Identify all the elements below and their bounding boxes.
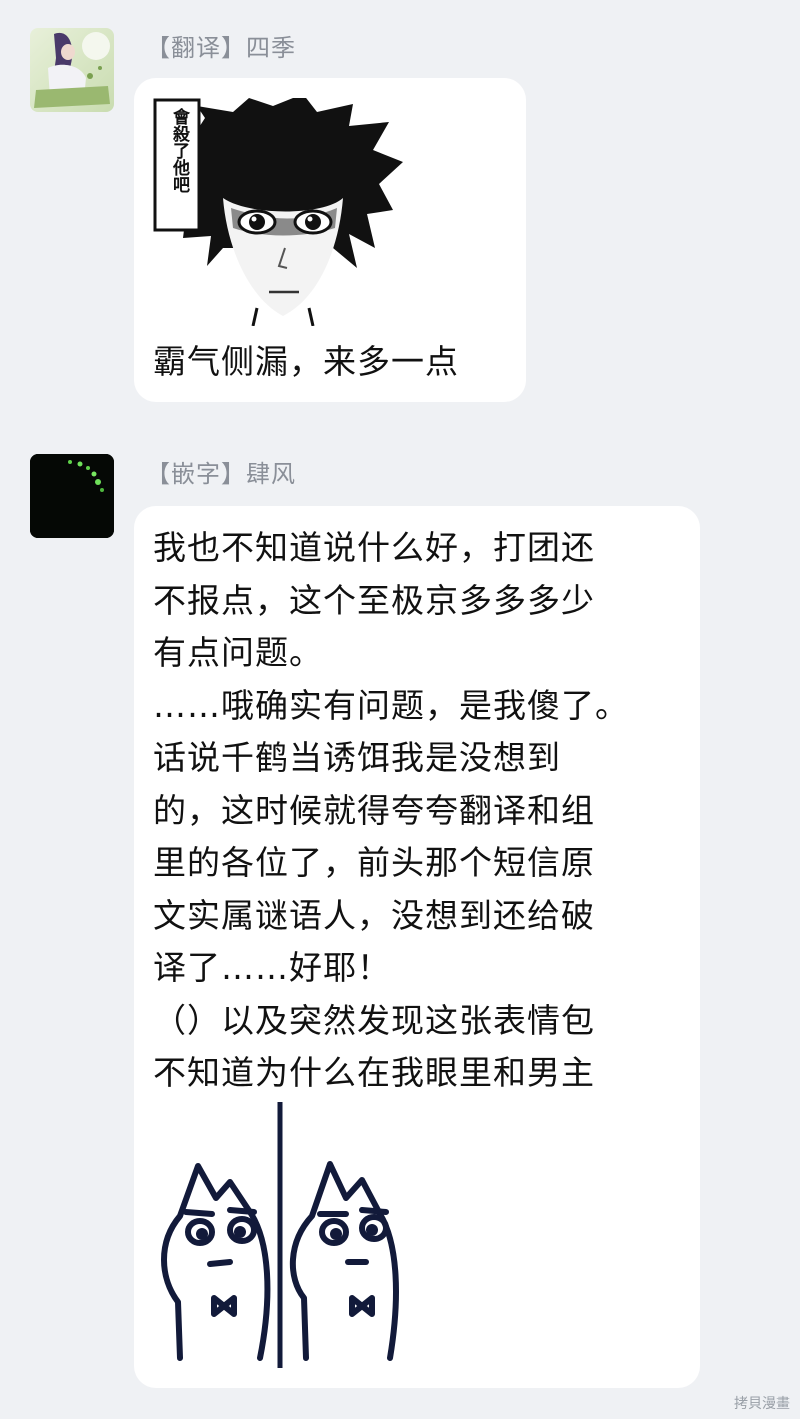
message-bubble[interactable]: 我也不知道说什么好，打团还 不报点，这个至极京多多多少 有点问题。 ……哦确实有… bbox=[134, 506, 700, 1388]
manga-sticker[interactable]: 會殺了他吧 bbox=[153, 98, 411, 326]
text-line: （）以及突然发现这张表情包 bbox=[153, 1000, 595, 1040]
sender-name: 【翻译】四季 bbox=[146, 34, 296, 62]
text-line: 不知道为什么在我眼里和男主 bbox=[153, 1053, 595, 1092]
avatar[interactable] bbox=[30, 28, 114, 112]
text-line: 话说千鹤当诱饵我是没想到 bbox=[153, 738, 561, 777]
cat-meme-sticker[interactable] bbox=[150, 1099, 414, 1371]
text-line: 有点问题。 bbox=[153, 633, 323, 672]
sticker-caption: 會殺了他吧 bbox=[169, 108, 189, 193]
watermark: 拷貝漫畫 bbox=[734, 1396, 790, 1412]
text-line: 的，这时候就得夸夸翻译和组 bbox=[153, 790, 595, 830]
avatar[interactable] bbox=[30, 454, 114, 538]
text-line: 译了……好耶！ bbox=[153, 948, 391, 987]
sender-name: 【嵌字】肆风 bbox=[146, 460, 296, 488]
text-line: 文实属谜语人，没想到还给破 bbox=[153, 895, 595, 935]
message-bubble[interactable]: 會殺了他吧 霸气侧漏，来多一点 bbox=[134, 78, 526, 402]
text-line: 我也不知道说什么好，打团还 bbox=[153, 528, 595, 567]
manga-face-image bbox=[153, 98, 411, 326]
message-text: 霸气侧漏，来多一点 bbox=[153, 342, 459, 381]
cat-meme-image bbox=[161, 1099, 399, 1371]
text-line: 不报点，这个至极京多多多少 bbox=[153, 580, 595, 620]
text-line: 里的各位了，前头那个短信原 bbox=[153, 843, 595, 882]
text-line: ……哦确实有问题，是我傻了。 bbox=[153, 685, 629, 725]
message-text: 我也不知道说什么好，打团还 不报点，这个至极京多多多少 有点问题。 ……哦确实有… bbox=[153, 522, 629, 1152]
